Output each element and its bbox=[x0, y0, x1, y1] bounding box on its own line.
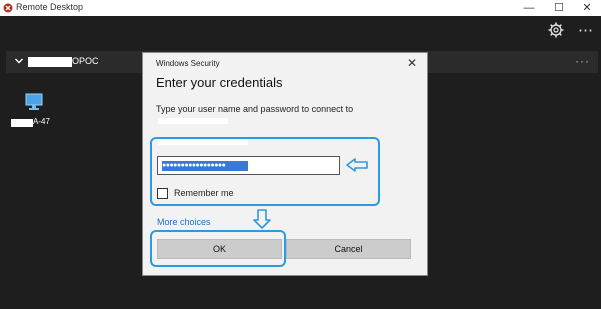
remote-desktop-logo-icon bbox=[3, 3, 13, 13]
gear-icon[interactable] bbox=[548, 22, 564, 38]
chevron-down-icon[interactable] bbox=[14, 56, 24, 66]
dialog-close-icon[interactable]: ✕ bbox=[407, 56, 417, 70]
group-more-icon[interactable]: ··· bbox=[575, 54, 590, 68]
dialog-caption: Windows Security bbox=[156, 59, 220, 68]
group-name: OPOC bbox=[72, 56, 99, 66]
cancel-button[interactable]: Cancel bbox=[286, 239, 411, 259]
arrow-down-icon bbox=[253, 209, 271, 229]
more-options-icon[interactable]: ⋯ bbox=[578, 21, 594, 39]
pc-name[interactable]: A-47 bbox=[33, 117, 50, 126]
dialog-prompt: Type your user name and password to conn… bbox=[156, 104, 354, 114]
redacted-group-name bbox=[28, 57, 72, 67]
ok-highlight-box bbox=[150, 230, 286, 267]
close-button[interactable]: ✕ bbox=[573, 0, 601, 16]
pc-monitor-icon[interactable] bbox=[23, 92, 45, 112]
maximize-button[interactable]: ☐ bbox=[545, 0, 573, 16]
dialog-heading: Enter your credentials bbox=[156, 75, 283, 90]
redacted-host bbox=[158, 118, 228, 124]
redacted-pc-name bbox=[11, 119, 33, 127]
window-title: Remote Desktop bbox=[16, 2, 84, 12]
minimize-button[interactable]: — bbox=[515, 0, 543, 16]
title-bar: Remote Desktop — ☐ ✕ bbox=[0, 0, 601, 16]
more-choices-link[interactable]: More choices bbox=[157, 217, 211, 227]
arrow-left-icon bbox=[346, 158, 368, 172]
